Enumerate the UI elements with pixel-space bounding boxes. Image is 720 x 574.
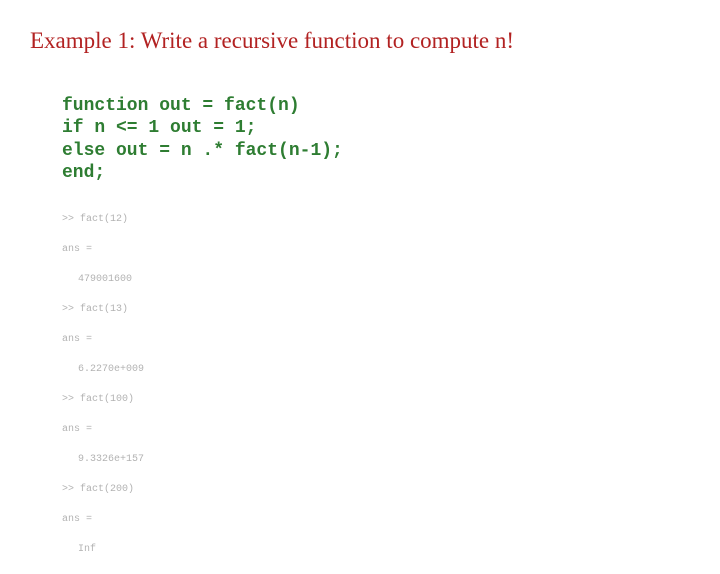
code-line-1: function out = fact(n) — [62, 96, 300, 116]
console-ans-label: ans = — [62, 514, 690, 525]
slide-title: Example 1: Write a recursive function to… — [30, 28, 690, 54]
slide-container: Example 1: Write a recursive function to… — [0, 0, 720, 540]
console-output: >> fact(12) ans = 479001600 >> fact(13) … — [62, 203, 690, 574]
code-line-2: if n <= 1 out = 1; — [62, 118, 256, 138]
console-prompt: >> fact(13) — [62, 304, 690, 315]
console-ans-label: ans = — [62, 244, 690, 255]
console-ans-label: ans = — [62, 424, 690, 435]
code-block: function out = fact(n) if n <= 1 out = 1… — [62, 72, 690, 185]
code-line-3: else out = n .* fact(n-1); — [62, 141, 343, 161]
code-line-4: end; — [62, 163, 105, 183]
console-prompt: >> fact(200) — [62, 484, 690, 495]
console-ans-label: ans = — [62, 334, 690, 345]
console-ans-value: 479001600 — [78, 274, 690, 285]
console-prompt: >> fact(12) — [62, 214, 690, 225]
console-ans-value: 9.3326e+157 — [78, 454, 690, 465]
console-ans-value: Inf — [78, 544, 690, 555]
console-prompt: >> fact(100) — [62, 394, 690, 405]
console-ans-value: 6.2270e+009 — [78, 364, 690, 375]
